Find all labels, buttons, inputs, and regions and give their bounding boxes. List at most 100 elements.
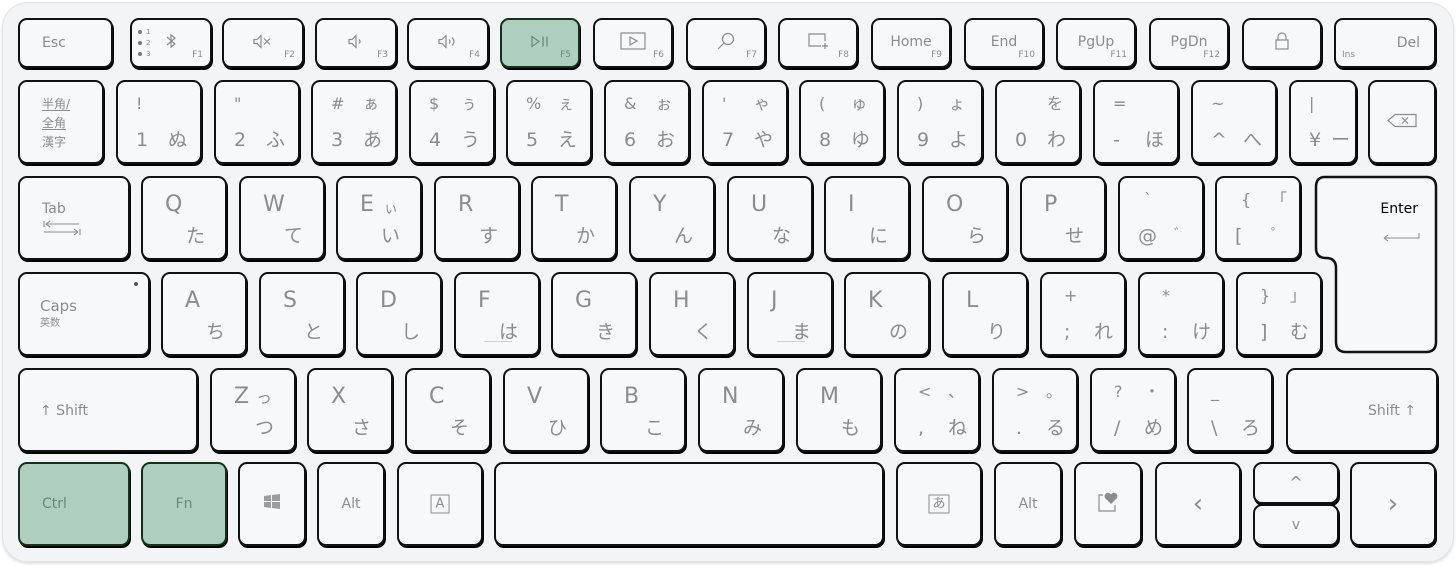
comma-key[interactable]: < 、, ね <box>894 368 980 452</box>
f5-play-pause-key[interactable]: F5 <box>500 18 580 68</box>
f11-pgup-key[interactable]: PgUp F11 <box>1056 18 1136 68</box>
f12-pgdn-key[interactable]: PgDn F12 <box>1149 18 1229 68</box>
letter-key-s[interactable]: Sと <box>259 272 345 356</box>
emoji-key[interactable] <box>1074 462 1142 546</box>
letter-key-u[interactable]: Uな <box>727 176 813 260</box>
letter-key-v[interactable]: Vひ <box>503 368 589 452</box>
f9-home-key[interactable]: Home F9 <box>871 18 951 68</box>
number-key-2[interactable]: " 2 ふ <box>214 80 300 164</box>
f10-end-key[interactable]: End F10 <box>964 18 1044 68</box>
fn-key[interactable]: Fn <box>141 462 227 546</box>
arrow-down-key[interactable]: v <box>1253 504 1339 546</box>
kana-legend: ー <box>1331 129 1351 151</box>
letter-key-b[interactable]: Bこ <box>600 368 686 452</box>
search-icon <box>716 31 736 55</box>
bracket-close-key[interactable]: } 」] む <box>1236 272 1322 356</box>
base-symbol: , <box>918 417 925 439</box>
letter-key-j[interactable]: Jま <box>747 272 833 356</box>
f4-volume-up-key[interactable]: F4 <box>407 18 489 68</box>
f6-slideshow-key[interactable]: F6 <box>593 18 673 68</box>
key-label: PgUp <box>1077 33 1115 50</box>
f1-bluetooth-key[interactable]: 1 2 3 F1 <box>130 18 212 68</box>
number-key-5[interactable]: % ぇ 5 え <box>506 80 592 164</box>
fn-sublabel: F8 <box>838 50 849 60</box>
esc-key[interactable]: Esc <box>18 18 113 68</box>
at-key[interactable]: ` @ ゛ <box>1118 176 1204 260</box>
number-key-0[interactable]: を0わ <box>995 80 1081 164</box>
letter-key-q[interactable]: Qた <box>141 176 227 260</box>
semicolon-key[interactable]: +; れ <box>1040 272 1126 356</box>
kana-legend: へ <box>1243 129 1263 151</box>
letter-key-z[interactable]: Zつっ <box>210 368 296 452</box>
base-symbol: / <box>1114 417 1121 439</box>
mute-icon <box>253 34 273 53</box>
kana-legend: て <box>283 225 303 247</box>
left-shift-key[interactable]: ↑ Shift <box>18 368 198 452</box>
letter-key-y[interactable]: Yん <box>629 176 715 260</box>
letter-key-l[interactable]: Lり <box>942 272 1028 356</box>
windows-key[interactable] <box>238 462 306 546</box>
number-key--[interactable]: = - ほ <box>1093 80 1179 164</box>
letter-key-g[interactable]: Gき <box>551 272 637 356</box>
muhenkan-key[interactable]: A <box>397 462 483 546</box>
number-key-4[interactable]: $ ぅ 4 う <box>409 80 495 164</box>
letter-key-p[interactable]: Pせ <box>1020 176 1106 260</box>
f8-snip-key[interactable]: F8 <box>778 18 858 68</box>
right-alt-key[interactable]: Alt <box>994 462 1062 546</box>
enter-label: Enter <box>1380 201 1418 217</box>
letter-key-t[interactable]: Tか <box>531 176 617 260</box>
letter-key-x[interactable]: Xさ <box>307 368 393 452</box>
shift-symbol: { <box>1241 190 1252 209</box>
kana-legend: ね <box>948 417 968 439</box>
number-key-1[interactable]: ! 1 ぬ <box>116 80 202 164</box>
letter-key-e[interactable]: Eいぃ <box>336 176 422 260</box>
letter-key-r[interactable]: Rす <box>434 176 520 260</box>
backslash-key[interactable]: _ \ ろ <box>1187 368 1273 452</box>
number-key-7[interactable]: ' ゃ 7 や <box>702 80 788 164</box>
del-key[interactable]: Del Ins <box>1334 18 1436 68</box>
base-symbol: ] <box>1260 321 1268 343</box>
caps-lock-key[interactable]: Caps 英数 <box>18 272 150 356</box>
letter-key-o[interactable]: Oら <box>922 176 1008 260</box>
arrow-left-key[interactable]: ‹ <box>1155 462 1241 546</box>
letter-key-i[interactable]: Iに <box>824 176 910 260</box>
colon-key[interactable]: *: け <box>1138 272 1224 356</box>
space-key[interactable] <box>494 462 884 546</box>
number-key-9[interactable]: ) ょ 9 よ <box>897 80 983 164</box>
bracket-open-key[interactable]: {「 [゜ <box>1215 176 1301 260</box>
letter-key-w[interactable]: Wて <box>239 176 325 260</box>
channel-indicator: 1 <box>138 29 150 36</box>
fn-sublabel: F10 <box>1018 50 1035 60</box>
ctrl-key[interactable]: Ctrl <box>18 462 130 546</box>
f2-mute-key[interactable]: F2 <box>222 18 304 68</box>
letter-key-a[interactable]: Aち <box>161 272 247 356</box>
lock-key[interactable] <box>1242 18 1322 68</box>
letter-key-d[interactable]: Dし <box>356 272 442 356</box>
shift-symbol: | <box>1309 94 1315 113</box>
backspace-key[interactable] <box>1368 80 1436 164</box>
number-key-^[interactable]: ~ ^ へ <box>1191 80 1277 164</box>
number-key-¥[interactable]: | ¥ ー <box>1289 80 1357 164</box>
letter-key-m[interactable]: Mも <box>796 368 882 452</box>
number-key-3[interactable]: # ぁ 3 あ <box>311 80 397 164</box>
hankaku-zenkaku-key[interactable]: 半角/全角 漢字 <box>18 80 104 164</box>
period-key[interactable]: > 。. る <box>992 368 1078 452</box>
right-shift-key[interactable]: Shift ↑ <box>1286 368 1438 452</box>
letter-key-f[interactable]: Fは <box>454 272 540 356</box>
arrow-right-key[interactable]: › <box>1350 462 1436 546</box>
letter-key-c[interactable]: Cそ <box>405 368 491 452</box>
tab-key[interactable]: Tab <box>18 176 130 260</box>
enter-key[interactable]: Enter <box>1312 174 1440 356</box>
left-alt-key[interactable]: Alt <box>317 462 385 546</box>
f3-volume-down-key[interactable]: F3 <box>315 18 397 68</box>
letter-key-k[interactable]: Kの <box>844 272 930 356</box>
number-key-6[interactable]: & ぉ 6 お <box>604 80 690 164</box>
letter-legend: K <box>868 288 883 313</box>
letter-key-n[interactable]: Nみ <box>698 368 784 452</box>
arrow-up-key[interactable]: ^ <box>1253 462 1339 504</box>
number-key-8[interactable]: (ゅ 8 ゆ <box>799 80 885 164</box>
henkan-key[interactable]: あ <box>896 462 982 546</box>
f7-search-key[interactable]: F7 <box>686 18 766 68</box>
slash-key[interactable]: ? ・ / め <box>1090 368 1176 452</box>
letter-key-h[interactable]: Hく <box>649 272 735 356</box>
